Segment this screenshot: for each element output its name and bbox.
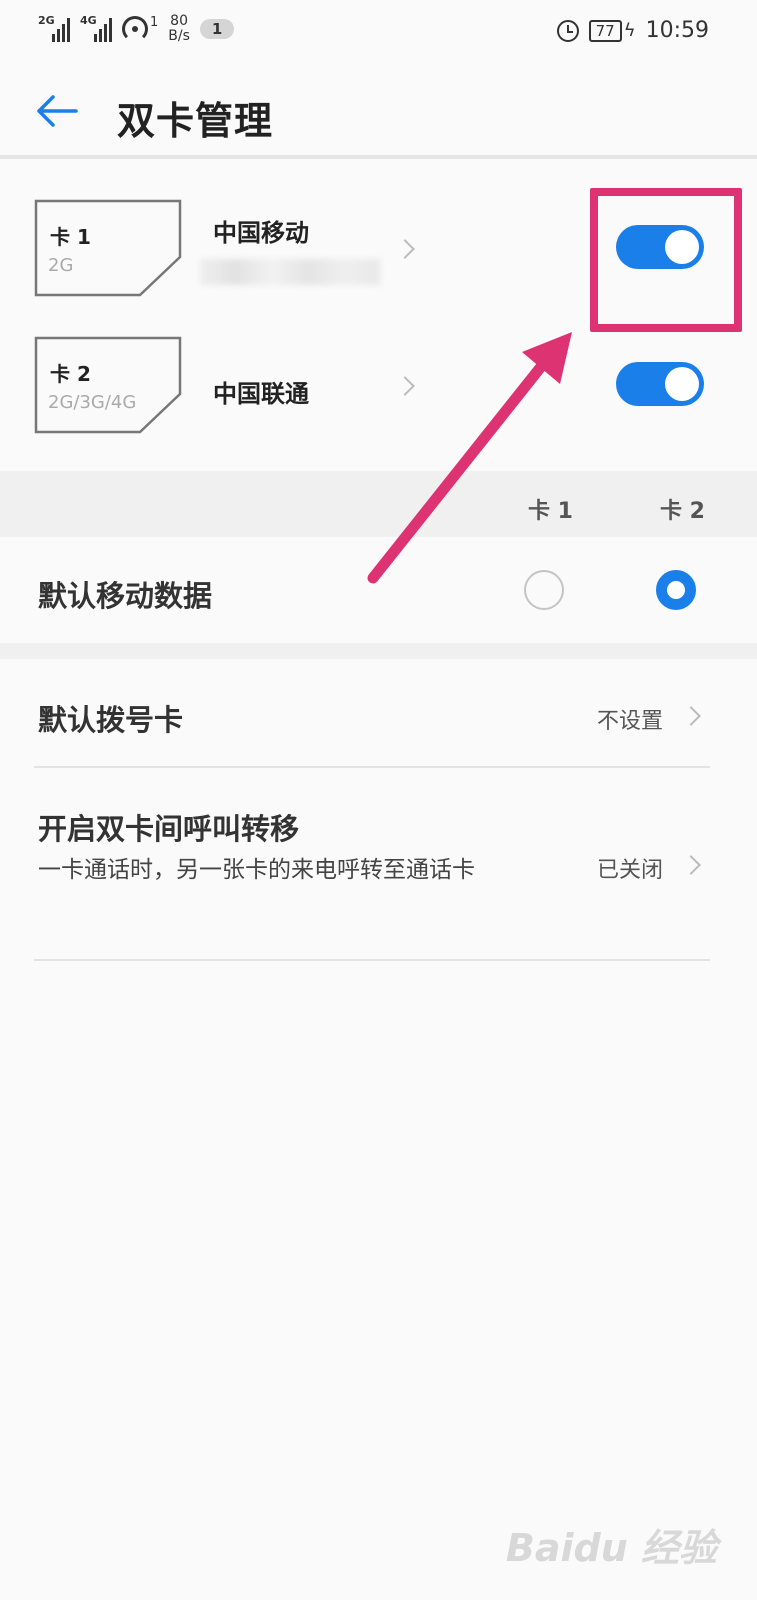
- baidu-watermark-logo: Baidu 经验: [505, 1526, 717, 1570]
- annotation-arrow-icon: [367, 332, 572, 584]
